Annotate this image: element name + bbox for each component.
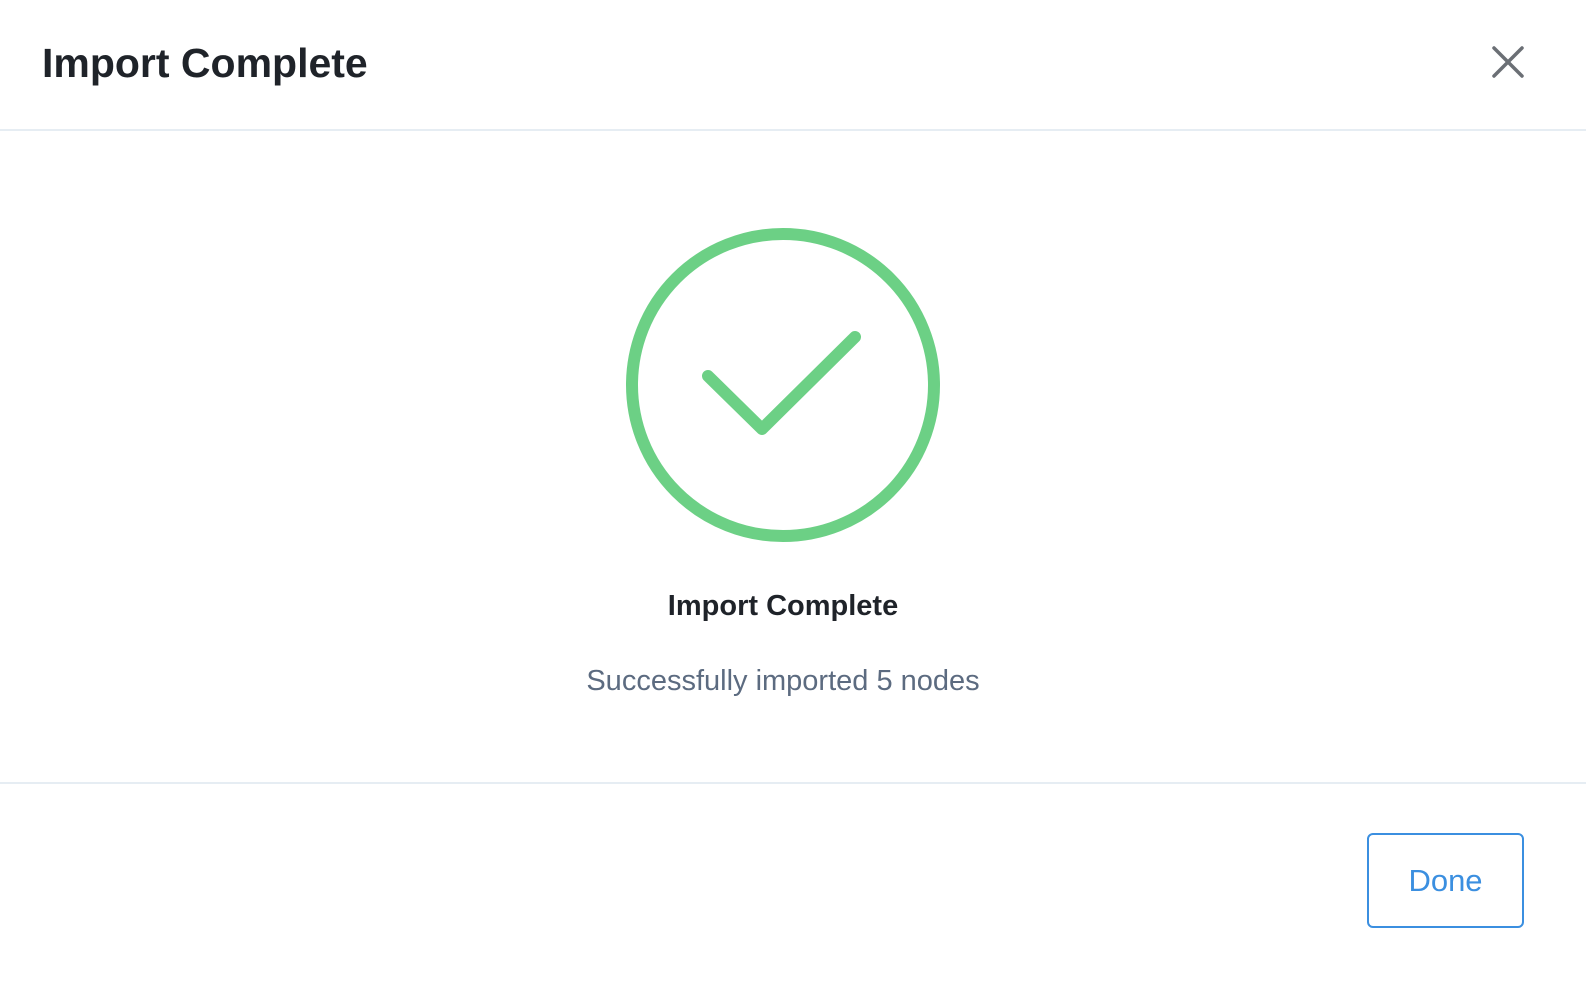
dialog-body: Import Complete Successfully imported 5 … xyxy=(0,131,1586,782)
dialog-footer: Done xyxy=(0,782,1586,982)
done-button[interactable]: Done xyxy=(1367,833,1524,928)
import-complete-dialog: Import Complete Import Complete Successf… xyxy=(0,0,1586,982)
close-button[interactable] xyxy=(1486,40,1530,84)
dialog-title: Import Complete xyxy=(42,40,368,86)
check-circle-icon xyxy=(626,228,940,542)
status-message: Successfully imported 5 nodes xyxy=(586,665,980,697)
close-icon xyxy=(1492,46,1524,78)
dialog-header: Import Complete xyxy=(0,0,1586,131)
status-title: Import Complete xyxy=(667,590,899,622)
